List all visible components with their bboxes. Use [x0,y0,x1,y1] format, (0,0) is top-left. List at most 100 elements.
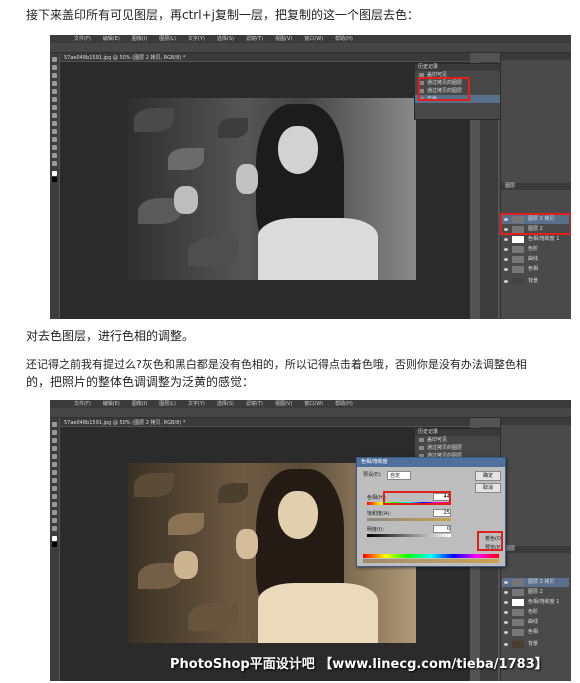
menu-window[interactable]: 窗口(W) [304,400,323,408]
visibility-eye-icon[interactable] [504,631,508,634]
layer-row[interactable]: 色相/饱和度 1 [502,235,569,244]
menu-image[interactable]: 图像(I) [132,35,147,43]
marquee-tool-icon[interactable] [52,65,57,70]
layer-row[interactable]: 色阶 [502,245,569,254]
layer-row[interactable]: 背景 [502,277,569,286]
layer-row[interactable]: 曲线 [502,255,569,264]
visibility-eye-icon[interactable] [504,581,508,584]
hand-tool-icon[interactable] [52,153,57,158]
saturation-slider[interactable] [367,518,451,521]
type-tool-icon[interactable] [52,510,57,515]
lasso-tool-icon[interactable] [52,438,57,443]
menu-select[interactable]: 选择(S) [217,400,234,408]
layer-thumbnail [512,278,524,285]
zoom-tool-icon[interactable] [52,161,57,166]
foreground-color-swatch[interactable] [52,536,57,541]
menu-type[interactable]: 文字(Y) [188,35,205,43]
visibility-eye-icon[interactable] [504,591,508,594]
canvas-area[interactable] [60,62,470,319]
crop-tool-icon[interactable] [52,446,57,451]
menu-bar: 文件(F) 编辑(E) 图像(I) 图层(L) 文字(Y) 选择(S) 滤镜(T… [50,400,571,408]
document-tab[interactable]: 57ae048b1591.jpg @ 50% (图层 2 拷贝, RGB/8) … [60,53,470,61]
menu-help[interactable]: 帮助(H) [335,35,353,43]
gradient-tool-icon[interactable] [52,121,57,126]
zoom-tool-icon[interactable] [52,526,57,531]
eraser-tool-icon[interactable] [52,113,57,118]
document-tab-label: 57ae048b1591.jpg @ 50% (图层 2 拷贝, RGB/8) … [64,55,186,61]
lasso-tool-icon[interactable] [52,73,57,78]
visibility-eye-icon[interactable] [504,238,508,241]
properties-panel-header [501,418,571,425]
dodge-tool-icon[interactable] [52,494,57,499]
menu-window[interactable]: 窗口(W) [304,35,323,43]
layer-row[interactable]: 背景 [502,640,569,649]
crop-tool-icon[interactable] [52,81,57,86]
menu-view[interactable]: 视图(V) [275,35,292,43]
layer-row[interactable]: 色相 [502,628,569,637]
menu-image[interactable]: 图像(I) [132,400,147,408]
eraser-tool-icon[interactable] [52,478,57,483]
brush-tool-icon[interactable] [52,97,57,102]
layer-row[interactable]: 色阶 [502,608,569,617]
visibility-eye-icon[interactable] [504,601,508,604]
grayscale-photo [128,98,416,280]
visibility-eye-icon[interactable] [504,611,508,614]
lightness-value-field[interactable]: 0 [433,525,451,533]
menu-layer[interactable]: 图层(L) [159,400,176,408]
layer-thumbnail [512,599,524,606]
background-color-swatch[interactable] [52,177,57,182]
eyedropper-tool-icon[interactable] [52,89,57,94]
visibility-eye-icon[interactable] [504,621,508,624]
cancel-button[interactable]: 取消 [475,483,501,493]
layer-row[interactable]: 色相 [502,265,569,274]
menu-help[interactable]: 帮助(H) [335,400,353,408]
hue-spectrum-bar-bottom [363,559,499,563]
menu-file[interactable]: 文件(F) [74,35,91,43]
pen-tool-icon[interactable] [52,502,57,507]
visibility-eye-icon[interactable] [504,258,508,261]
visibility-eye-icon[interactable] [504,643,508,646]
menu-filter[interactable]: 滤镜(T) [246,400,263,408]
menu-edit[interactable]: 编辑(E) [103,400,120,408]
properties-panel-header [501,53,571,60]
document-tab[interactable]: 57ae048b1591.jpg @ 50% (图层 2 拷贝, RGB/8) … [60,418,470,426]
visibility-eye-icon[interactable] [504,248,508,251]
layer-row[interactable]: 图层 2 拷贝 [502,578,569,587]
history-item[interactable]: 盖印可见 [415,436,500,444]
menu-filter[interactable]: 滤镜(T) [246,35,263,43]
foreground-color-swatch[interactable] [52,171,57,176]
layer-thumbnail [512,589,524,596]
layer-row[interactable]: 图层 2 [502,588,569,597]
ok-button[interactable]: 确定 [475,471,501,481]
menu-view[interactable]: 视图(V) [275,400,292,408]
layer-row[interactable]: 色相/饱和度 1 [502,598,569,607]
options-bar [50,43,571,53]
menu-edit[interactable]: 编辑(E) [103,35,120,43]
hand-tool-icon[interactable] [52,518,57,523]
stamp-tool-icon[interactable] [52,470,57,475]
preset-select[interactable]: 自定 [387,471,412,480]
move-tool-icon[interactable] [52,57,57,62]
layer-name: 背景 [528,641,539,647]
type-tool-icon[interactable] [52,145,57,150]
history-item[interactable]: 通过拷贝的图层 [415,444,500,452]
stamp-tool-icon[interactable] [52,105,57,110]
lightness-slider[interactable] [367,534,451,537]
brush-tool-icon[interactable] [52,462,57,467]
layer-row[interactable]: 曲线 [502,618,569,627]
saturation-value-field[interactable]: 25 [433,509,451,517]
menu-select[interactable]: 选择(S) [217,35,234,43]
eyedropper-tool-icon[interactable] [52,454,57,459]
move-tool-icon[interactable] [52,422,57,427]
menu-layer[interactable]: 图层(L) [159,35,176,43]
marquee-tool-icon[interactable] [52,430,57,435]
background-color-swatch[interactable] [52,542,57,547]
layer-thumbnail [512,629,524,636]
visibility-eye-icon[interactable] [504,268,508,271]
pen-tool-icon[interactable] [52,137,57,142]
visibility-eye-icon[interactable] [504,280,508,283]
gradient-tool-icon[interactable] [52,486,57,491]
menu-file[interactable]: 文件(F) [74,400,91,408]
dodge-tool-icon[interactable] [52,129,57,134]
menu-type[interactable]: 文字(Y) [188,400,205,408]
